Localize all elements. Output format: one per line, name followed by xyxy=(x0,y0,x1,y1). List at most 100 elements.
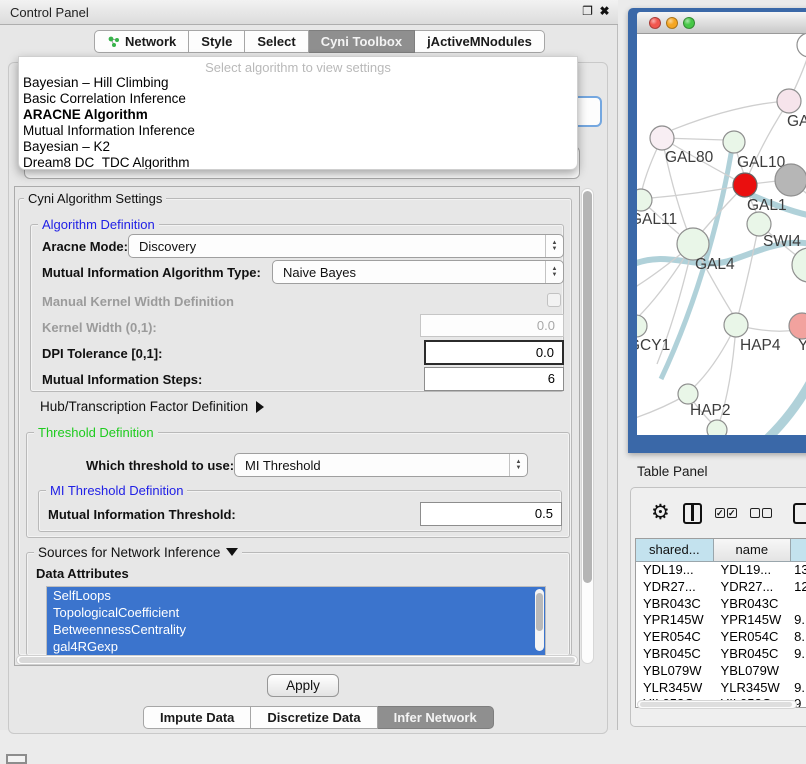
kernel-width-field[interactable]: 0.0 xyxy=(420,314,564,337)
node-label: GAL11 xyxy=(637,211,677,228)
attribute-item[interactable]: BetweennessCentrality xyxy=(47,621,545,638)
hub-definition-expander[interactable]: Hub/Transcription Factor Definition xyxy=(40,399,264,414)
attribute-item[interactable]: SelfLoops xyxy=(47,587,545,604)
float-window-icon[interactable]: ❐ xyxy=(580,4,595,19)
combo-stepper-icon: ▲▼ xyxy=(545,261,563,283)
mi-type-label: Mutual Information Algorithm Type: xyxy=(42,265,261,280)
apply-button[interactable]: Apply xyxy=(267,674,339,697)
network-node-gal1[interactable] xyxy=(733,173,757,197)
data-attributes-list[interactable]: SelfLoopsTopologicalCoefficientBetweenne… xyxy=(46,586,546,656)
node-label: HAP4 xyxy=(740,337,781,354)
tab-infer-network[interactable]: Infer Network xyxy=(378,706,494,729)
mi-steps-field[interactable]: 6 xyxy=(424,367,564,391)
dpi-tolerance-label: DPI Tolerance [0,1]: xyxy=(42,346,162,361)
mi-threshold-field[interactable]: 0.5 xyxy=(420,502,562,526)
gear-icon[interactable]: ⚙ xyxy=(651,502,670,524)
tab-discretize-data[interactable]: Discretize Data xyxy=(251,706,377,729)
network-node-y[interactable] xyxy=(789,313,806,339)
table-cell: YBR045C xyxy=(636,646,714,663)
network-node-gal[interactable] xyxy=(777,89,801,113)
bottom-tabbar: Impute DataDiscretize DataInfer Network xyxy=(143,706,494,729)
unchecked-pair-icon[interactable] xyxy=(750,508,772,518)
network-edge[interactable] xyxy=(723,366,806,435)
tab-impute-data[interactable]: Impute Data xyxy=(143,706,251,729)
which-threshold-label: Which threshold to use: xyxy=(86,458,234,473)
network-node[interactable] xyxy=(707,420,727,435)
table-cell: 9. xyxy=(791,646,806,663)
column-header[interactable] xyxy=(791,539,806,561)
table-cell: YPR145W xyxy=(714,612,792,629)
column-header[interactable]: shared... xyxy=(636,539,714,561)
settings-horizontal-scrollbar[interactable] xyxy=(16,655,578,665)
tab-network[interactable]: Network xyxy=(94,30,189,53)
tab-select[interactable]: Select xyxy=(245,30,308,53)
network-edge[interactable] xyxy=(738,224,759,316)
table-row[interactable]: YER054CYER054C8. xyxy=(636,629,806,646)
network-canvas[interactable]: GALGAL80GAL10GAL1GAL11SWI4GAL4GCY1HAP4YH… xyxy=(637,34,806,435)
group-title: Cyni Algorithm Settings xyxy=(24,191,166,206)
network-graph: GALGAL80GAL10GAL1GAL11SWI4GAL4GCY1HAP4YH… xyxy=(637,34,806,435)
table-cell: YBL079W xyxy=(636,663,714,680)
minimize-traffic-icon[interactable] xyxy=(666,17,678,29)
zoom-traffic-icon[interactable] xyxy=(683,17,695,29)
dropdown-item[interactable]: Bayesian – K2 xyxy=(19,139,577,155)
table-row[interactable]: YBL079WYBL079W xyxy=(636,663,806,680)
table-cell: YDR27... xyxy=(714,579,792,596)
dropdown-prompt: Select algorithm to view settings xyxy=(19,57,577,75)
table-horizontal-scrollbar[interactable] xyxy=(637,700,797,709)
network-view-window[interactable]: GALGAL80GAL10GAL1GAL11SWI4GAL4GCY1HAP4YH… xyxy=(628,8,806,453)
mi-type-combo[interactable]: Naive Bayes ▲▼ xyxy=(272,260,564,284)
table-cell: YER054C xyxy=(636,629,714,646)
network-node-hap2[interactable] xyxy=(678,384,698,404)
dropdown-item[interactable]: ARACNE Algorithm xyxy=(19,107,577,123)
node-label: GAL1 xyxy=(747,197,787,214)
dropdown-item[interactable]: Dream8 DC_TDC Algorithm xyxy=(19,155,577,170)
table-cell: 8. xyxy=(791,629,806,646)
tab-jactivemnodules[interactable]: jActiveMNodules xyxy=(415,30,545,53)
table-row[interactable]: YLR345WYLR345W9. xyxy=(636,680,806,697)
network-node-gal10[interactable] xyxy=(723,131,745,153)
network-edge[interactable] xyxy=(672,101,789,130)
tab-style[interactable]: Style xyxy=(189,30,245,53)
column-header[interactable]: name xyxy=(714,539,792,561)
node-label: GAL xyxy=(787,113,806,130)
network-window-titlebar[interactable] xyxy=(637,12,806,34)
node-table[interactable]: shared...name YDL19...YDL19...13YDR27...… xyxy=(635,538,806,708)
scrollbar-thumb[interactable] xyxy=(583,191,592,583)
table-row[interactable]: YBR043CYBR043C xyxy=(636,596,806,613)
network-edge[interactable] xyxy=(651,185,745,198)
control-panel-titlebar[interactable]: Control Panel ❐ ✖ xyxy=(0,0,618,25)
network-node[interactable] xyxy=(775,164,806,196)
table-cell xyxy=(791,663,806,680)
network-node[interactable] xyxy=(797,34,806,57)
attribute-item[interactable]: TopologicalCoefficient xyxy=(47,604,545,621)
table-row[interactable]: YDL19...YDL19...13 xyxy=(636,562,806,579)
table-row[interactable]: YPR145WYPR145W9. xyxy=(636,612,806,629)
close-icon[interactable]: ✖ xyxy=(597,4,612,19)
dropdown-item[interactable]: Mutual Information Inference xyxy=(19,123,577,139)
settings-vertical-scrollbar[interactable] xyxy=(581,188,594,664)
list-scrollbar[interactable] xyxy=(535,589,544,651)
which-threshold-combo[interactable]: MI Threshold ▲▼ xyxy=(234,453,528,477)
manual-kernel-checkbox[interactable] xyxy=(547,293,561,307)
network-node-gal80[interactable] xyxy=(650,126,674,150)
dropdown-item[interactable]: Bayesian – Hill Climbing xyxy=(19,75,577,91)
close-traffic-icon[interactable] xyxy=(649,17,661,29)
sources-expander[interactable]: Sources for Network Inference xyxy=(34,545,242,560)
table-row[interactable]: YBR045CYBR045C9. xyxy=(636,646,806,663)
table-cell: YBR043C xyxy=(636,596,714,613)
table-row[interactable]: YDR27...YDR27...12 xyxy=(636,579,806,596)
split-column-icon[interactable] xyxy=(683,503,702,524)
network-node-gcy1[interactable] xyxy=(637,315,647,337)
manual-kernel-label: Manual Kernel Width Definition xyxy=(42,294,234,309)
tab-cyni-toolbox[interactable]: Cyni Toolbox xyxy=(309,30,415,53)
table-cell: YLR345W xyxy=(714,680,792,697)
document-icon[interactable] xyxy=(793,503,806,524)
dropdown-item[interactable]: Basic Correlation Inference xyxy=(19,91,577,107)
mi-threshold-label: Mutual Information Threshold: xyxy=(48,507,236,522)
dpi-tolerance-field[interactable]: 0.0 xyxy=(424,340,564,365)
checked-pair-icon[interactable]: ✓✓ xyxy=(715,508,737,518)
aracne-mode-combo[interactable]: Discovery ▲▼ xyxy=(128,234,564,258)
network-node-hap4[interactable] xyxy=(724,313,748,337)
attribute-item[interactable]: gal4RGexp xyxy=(47,638,545,655)
